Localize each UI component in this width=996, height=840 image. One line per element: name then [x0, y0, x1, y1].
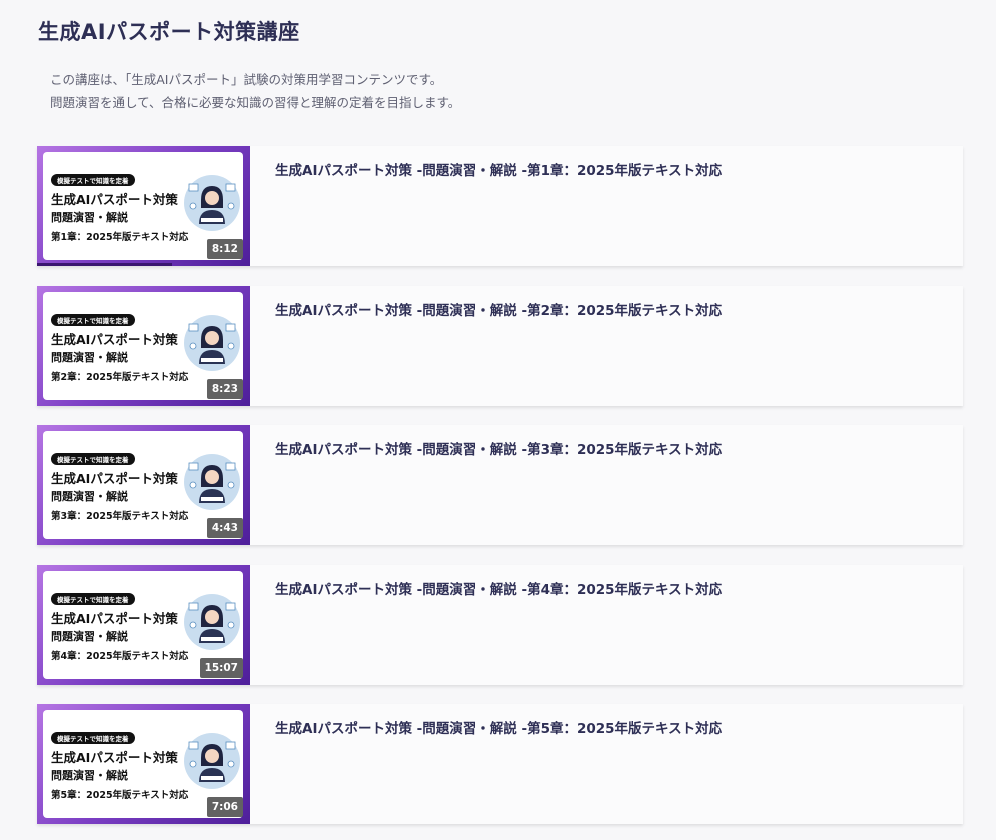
thumbnail-tag: 模擬テストで知識を定着: [51, 732, 135, 744]
thumbnail-title: 生成AIパスポート対策: [51, 471, 178, 486]
student-illustration-icon: [184, 314, 240, 371]
video-list: 模擬テストで知識を定着 生成AIパスポート対策 問題演習・解説 第1章：2025…: [37, 146, 963, 840]
thumbnail-tag: 模擬テストで知識を定着: [51, 313, 135, 326]
video-title[interactable]: 生成AIパスポート対策 -問題演習・解説 -第2章：2025年版テキスト対応: [275, 299, 722, 319]
page-title: 生成AIパスポート対策講座: [38, 20, 300, 44]
video-title[interactable]: 生成AIパスポート対策 -問題演習・解説 -第5章：2025年版テキスト対応: [275, 717, 722, 737]
video-thumbnail[interactable]: 模擬テストで知識を定着 生成AIパスポート対策 問題演習・解説 第4章：2025…: [37, 564, 250, 685]
student-illustration-icon: [184, 733, 240, 789]
thumbnail-tag: 模擬テストで知識を定着: [51, 592, 135, 605]
thumbnail-chapter: 第2章：2025年版テキスト対応: [51, 371, 189, 383]
video-title[interactable]: 生成AIパスポート対策 -問題演習・解説 -第3章：2025年版テキスト対応: [275, 438, 722, 458]
video-card[interactable]: 模擬テストで知識を定着 生成AIパスポート対策 問題演習・解説 第3章：2025…: [37, 425, 963, 545]
video-thumbnail[interactable]: 模擬テストで知識を定着 生成AIパスポート対策 問題演習・解説 第5章：2025…: [37, 704, 250, 824]
video-title[interactable]: 生成AIパスポート対策 -問題演習・解説 -第4章：2025年版テキスト対応: [275, 578, 722, 598]
thumbnail-title: 生成AIパスポート対策: [51, 610, 178, 626]
thumbnail-tag: 模擬テストで知識を定着: [51, 174, 135, 186]
video-duration: 15:07: [199, 657, 243, 678]
thumbnail-title: 生成AIパスポート対策: [51, 331, 178, 347]
video-thumbnail[interactable]: 模擬テストで知識を定着 生成AIパスポート対策 問題演習・解説 第2章：2025…: [37, 285, 250, 406]
thumbnail-title: 生成AIパスポート対策: [51, 750, 178, 765]
video-card[interactable]: 模擬テストで知識を定着 生成AIパスポート対策 問題演習・解説 第2章：2025…: [37, 285, 963, 406]
thumbnail-chapter: 第4章：2025年版テキスト対応: [51, 650, 189, 662]
video-duration: 8:23: [206, 378, 243, 399]
video-duration: 8:12: [206, 239, 243, 259]
video-thumbnail[interactable]: 模擬テストで知識を定着 生成AIパスポート対策 問題演習・解説 第3章：2025…: [37, 425, 250, 545]
video-title[interactable]: 生成AIパスポート対策 -問題演習・解説 -第1章：2025年版テキスト対応: [275, 159, 722, 179]
video-card[interactable]: 模擬テストで知識を定着 生成AIパスポート対策 問題演習・解説 第5章：2025…: [37, 704, 963, 824]
thumbnail-subtitle: 問題演習・解説: [51, 629, 128, 643]
description-line: この講座は、「生成AIパスポート」試験の対策用学習コンテンツです。: [50, 72, 443, 87]
thumbnail-title: 生成AIパスポート対策: [51, 192, 178, 207]
thumbnail-chapter: 第1章：2025年版テキスト対応: [51, 232, 189, 243]
thumbnail-subtitle: 問題演習・解説: [51, 769, 128, 782]
video-card[interactable]: 模擬テストで知識を定着 生成AIパスポート対策 問題演習・解説 第1章：2025…: [37, 146, 963, 266]
course-page: 生成AIパスポート対策講座 この講座は、「生成AIパスポート」試験の対策用学習コ…: [0, 0, 996, 840]
thumbnail-chapter: 第5章：2025年版テキスト対応: [51, 790, 189, 801]
video-duration: 7:06: [206, 797, 243, 817]
student-illustration-icon: [184, 593, 240, 650]
video-card[interactable]: 模擬テストで知識を定着 生成AIパスポート対策 問題演習・解説 第4章：2025…: [37, 564, 963, 685]
thumbnail-subtitle: 問題演習・解説: [51, 350, 128, 364]
watch-progress-bar: [37, 263, 172, 266]
thumbnail-subtitle: 問題演習・解説: [51, 211, 128, 224]
student-illustration-icon: [184, 175, 240, 231]
thumbnail-chapter: 第3章：2025年版テキスト対応: [51, 511, 189, 522]
description-line: 問題演習を通して、合格に必要な知識の習得と理解の定着を目指します。: [50, 95, 461, 110]
video-duration: 4:43: [206, 518, 243, 538]
thumbnail-tag: 模擬テストで知識を定着: [51, 453, 135, 465]
student-illustration-icon: [184, 454, 240, 510]
video-thumbnail[interactable]: 模擬テストで知識を定着 生成AIパスポート対策 問題演習・解説 第1章：2025…: [37, 146, 250, 266]
course-description: この講座は、「生成AIパスポート」試験の対策用学習コンテンツです。 問題演習を通…: [50, 68, 460, 114]
thumbnail-subtitle: 問題演習・解説: [51, 490, 128, 503]
